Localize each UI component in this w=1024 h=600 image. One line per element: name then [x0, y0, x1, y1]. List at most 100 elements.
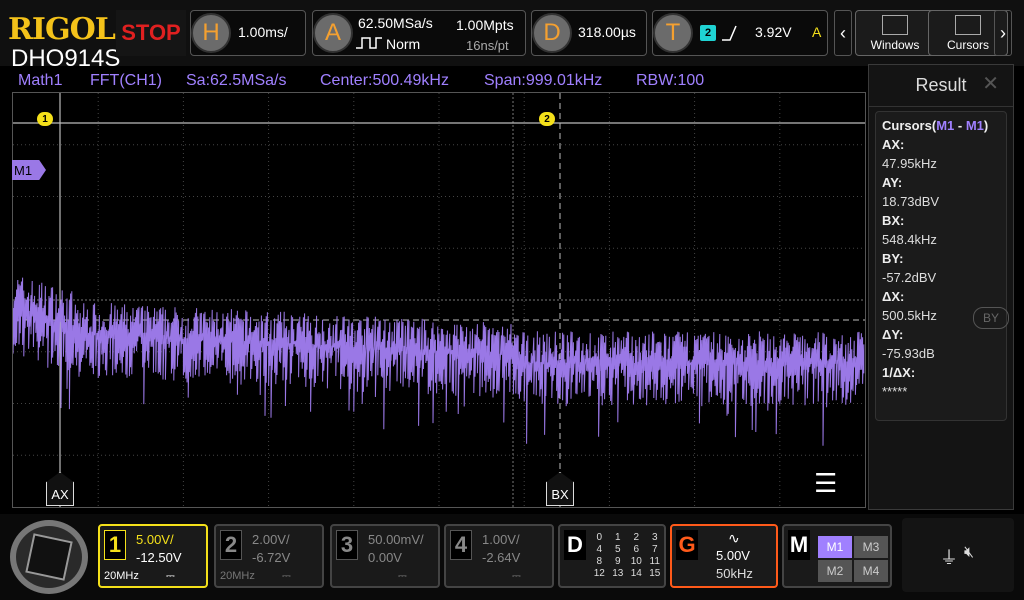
digital-channel-number: 8	[596, 556, 603, 567]
usb-icon: ⏚	[940, 548, 958, 568]
result-panel: Result ✕ Cursors(M1 - M1) AX: 47.95kHz AY:…	[868, 64, 1014, 510]
fft-trace	[13, 277, 865, 446]
cursors-icon	[955, 14, 981, 35]
run-stop-indicator[interactable]: STOP	[116, 10, 186, 56]
menu-icon[interactable]: ☰	[814, 468, 854, 498]
rising-edge-icon	[722, 25, 737, 41]
timebase-value: 1.00ms/	[238, 24, 288, 40]
result-key: ΔY:	[882, 327, 904, 342]
math-name: Math1	[18, 72, 63, 89]
math-label: M	[788, 530, 810, 560]
result-key: AY:	[882, 175, 903, 190]
status-tray	[902, 518, 1014, 592]
channel-2-panel[interactable]: 2 2.00V/ -6.72V 20MHz ⎓	[214, 524, 324, 588]
channel-bw-limit: 20MHz	[104, 570, 139, 582]
digital-channel-number: 11	[649, 556, 660, 567]
channel-number: 2	[220, 530, 242, 560]
math-m1-button[interactable]: M1	[818, 536, 852, 558]
dc-coupling-icon: ⎓	[166, 570, 175, 582]
home-gear-button[interactable]	[10, 520, 88, 594]
cursor-by-tag: BY	[973, 307, 1009, 329]
digital-channel-number: 13	[612, 568, 624, 579]
cursor-results-card: Cursors(M1 - M1) AX: 47.95kHz AY: 18.73dBV B…	[875, 111, 1007, 421]
math-m3-button[interactable]: M3	[854, 536, 888, 558]
result-value: 47.95kHz	[882, 156, 937, 171]
result-value: -75.93dB	[882, 346, 935, 361]
digital-channel-number: 2	[633, 532, 640, 543]
generator-label: G	[676, 530, 698, 560]
result-key: ΔX:	[882, 289, 905, 304]
acquire-button[interactable]: A	[313, 13, 353, 53]
math-m2-button[interactable]: M2	[818, 560, 852, 582]
result-value: -57.2dBV	[882, 270, 937, 285]
digital-channel-number: 3	[651, 532, 658, 543]
channel-4-panel[interactable]: 4 1.00V/ -2.64V ⎓	[444, 524, 554, 588]
channel-scale: 1.00V/	[482, 532, 520, 547]
close-icon[interactable]: ✕	[982, 71, 999, 96]
scroll-right-arrow[interactable]: ›	[994, 10, 1012, 56]
channel-3-panel[interactable]: 3 50.00mV/0.00V ⎓	[330, 524, 440, 588]
sine-wave-icon: ∿	[728, 530, 740, 546]
fft-center: Center:500.49kHz	[320, 72, 449, 89]
digital-channel-number: 4	[596, 544, 603, 555]
math-panel[interactable]: M M1 M3 M2 M4	[782, 524, 892, 588]
fft-span: Span:999.01kHz	[484, 72, 603, 89]
windows-icon	[882, 14, 908, 35]
result-value: 548.4kHz	[882, 232, 937, 247]
digital-channel-number: 14	[630, 568, 642, 579]
cursor-a-marker[interactable]: 1	[37, 112, 53, 126]
windows-button[interactable]: Windows	[855, 10, 935, 56]
digital-channel-number: 5	[614, 544, 621, 555]
fft-rbw: RBW:100	[636, 72, 705, 89]
math-m4-button[interactable]: M4	[854, 560, 888, 582]
channel-number: 1	[104, 530, 126, 560]
trigger-mode: A	[812, 24, 822, 40]
generator-panel[interactable]: G ∿ 5.00V 50kHz	[670, 524, 778, 588]
channel-1-panel[interactable]: 1 5.00V/ -12.50V 20MHz ⎓	[98, 524, 208, 588]
cursors-label: Cursors	[946, 37, 989, 52]
trigger-button[interactable]: T	[653, 13, 693, 53]
digital-channel-number: 7	[651, 544, 658, 555]
waveform-grid	[13, 93, 865, 507]
cursor-b-marker[interactable]: 2	[539, 112, 555, 126]
windows-label: Windows	[870, 37, 920, 52]
result-value: *****	[882, 384, 908, 399]
result-key: BX:	[882, 213, 905, 228]
math-sample-rate: Sa:62.5MSa/s	[186, 72, 287, 89]
waveform-display[interactable]	[12, 92, 866, 508]
delay-value: 318.00µs	[578, 24, 636, 40]
digital-panel[interactable]: D 0 1 2 3 4 5 6 7 8 9 10 11 12 13 14 15	[558, 524, 666, 588]
math1-offset-marker[interactable]: M1	[12, 160, 46, 180]
speaker-muted-icon[interactable]: 🔇︎	[964, 544, 974, 562]
acquire-mode: Norm	[386, 36, 421, 52]
scroll-left-arrow[interactable]: ‹	[834, 10, 852, 56]
rigol-logo-icon	[25, 533, 73, 581]
dc-coupling-icon: ⎓	[512, 570, 521, 582]
channel-scale: 5.00V/	[136, 532, 174, 547]
digital-channel-number: 0	[596, 532, 603, 543]
digital-channel-number: 9	[614, 556, 621, 567]
channel-number: 3	[336, 530, 358, 560]
channel-scale: 2.00V/	[252, 532, 290, 547]
trigger-level: 3.92V	[755, 24, 792, 40]
delay-button[interactable]: D	[532, 13, 572, 53]
dc-coupling-icon: ⎓	[282, 570, 291, 582]
generator-amplitude: 5.00V	[716, 548, 750, 563]
generator-frequency: 50kHz	[716, 566, 753, 581]
digital-channel-number: 6	[633, 544, 640, 555]
digital-channel-number: 10	[630, 556, 642, 567]
result-key: AX:	[882, 137, 905, 152]
channel-scale: 50.00mV/	[368, 532, 424, 547]
trigger-source-badge: 2	[700, 25, 716, 41]
brand-logo: RIGOL	[8, 12, 116, 47]
result-key: 1/ΔX:	[882, 365, 916, 380]
dc-coupling-icon: ⎓	[398, 570, 407, 582]
digital-channel-number: 15	[649, 568, 661, 579]
result-value: 18.73dBV	[882, 194, 940, 209]
horizontal-button[interactable]: H	[191, 13, 231, 53]
sample-period: 16ns/pt	[466, 38, 509, 53]
digital-label: D	[564, 530, 586, 560]
memory-depth: 1.00Mpts	[456, 17, 514, 33]
channel-offset: -6.72V	[252, 550, 291, 565]
acquire-mode-icon	[356, 37, 382, 49]
